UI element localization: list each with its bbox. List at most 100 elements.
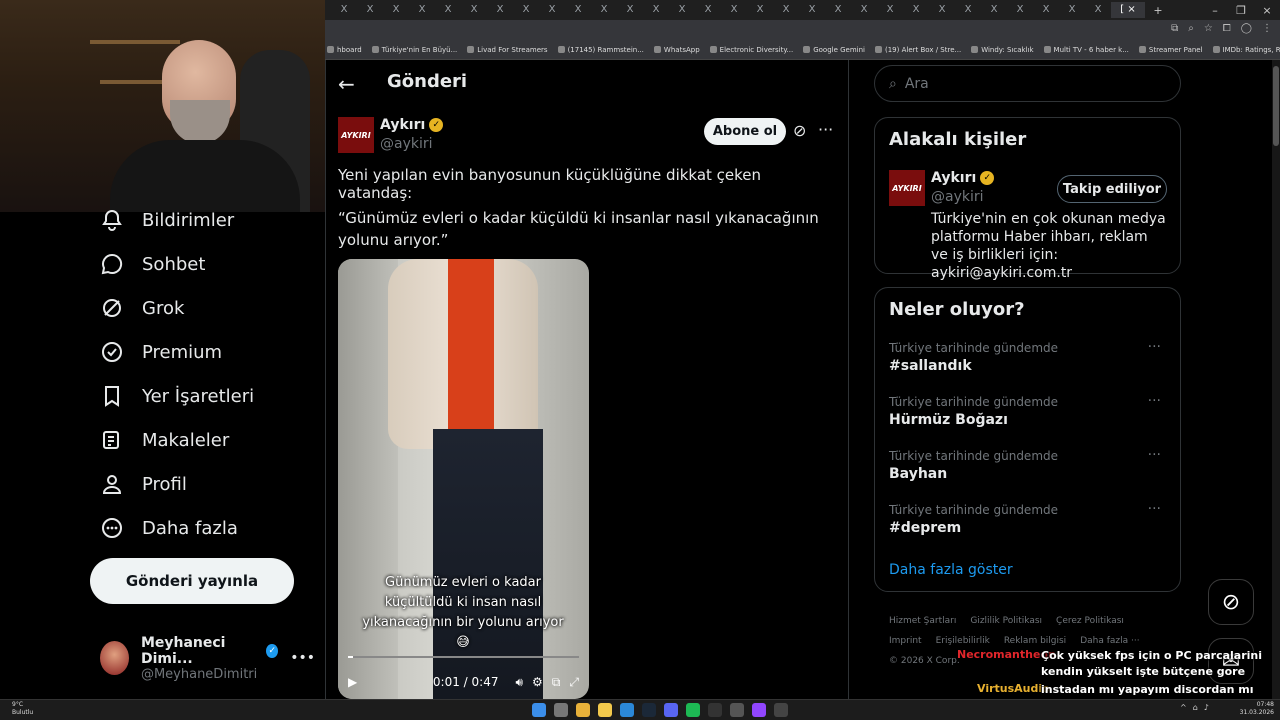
- back-arrow-icon[interactable]: ←: [338, 72, 355, 96]
- bookmark-item[interactable]: (17145) Rammstein...: [557, 46, 644, 54]
- app-icon[interactable]: [620, 703, 634, 717]
- show-more-link[interactable]: Daha fazla göster: [889, 562, 1013, 578]
- browser-tab[interactable]: X: [1033, 2, 1059, 18]
- bookmark-item[interactable]: WhatsApp: [653, 46, 700, 54]
- browser-tab[interactable]: X: [1007, 2, 1033, 18]
- subscribe-button[interactable]: Abone ol: [704, 118, 786, 145]
- settings-gear-icon[interactable]: ⚙: [532, 675, 543, 689]
- explorer-icon[interactable]: [598, 703, 612, 717]
- browser-tab[interactable]: X: [799, 2, 825, 18]
- profile-icon[interactable]: ◯: [1241, 23, 1252, 34]
- footer-link[interactable]: Imprint: [889, 636, 922, 646]
- zoom-icon[interactable]: ⌕: [1188, 23, 1194, 34]
- browser-tab[interactable]: X: [669, 2, 695, 18]
- browser-tab[interactable]: X: [981, 2, 1007, 18]
- epic-icon[interactable]: [708, 703, 722, 717]
- app2-icon[interactable]: [730, 703, 744, 717]
- trend-item[interactable]: Türkiye tarihinde gündemde #sallandık ···: [889, 339, 1169, 374]
- bookmark-item[interactable]: IMDb: Ratings, Revi...: [1212, 46, 1280, 54]
- more-icon[interactable]: •••: [290, 650, 315, 666]
- trend-item[interactable]: Türkiye tarihinde gündemde Bayhan ···: [889, 447, 1169, 482]
- bookmark-item[interactable]: hboard: [327, 46, 362, 54]
- extensions-icon[interactable]: ⧠: [1223, 23, 1231, 34]
- nav-item-premium[interactable]: Premium: [100, 340, 222, 364]
- nav-item-yer-i̇şaretleri[interactable]: Yer İşaretleri: [100, 384, 254, 408]
- browser-tab[interactable]: X: [487, 2, 513, 18]
- grok-icon[interactable]: ⊘: [793, 121, 806, 140]
- nav-item-sohbet[interactable]: Sohbet: [100, 252, 205, 276]
- nav-item-makaleler[interactable]: Makaleler: [100, 428, 229, 452]
- steam-icon[interactable]: [642, 703, 656, 717]
- play-icon[interactable]: ▶: [348, 675, 357, 689]
- related-name[interactable]: Aykırı ✓: [931, 170, 995, 186]
- taskbar-clock[interactable]: 07:48 31.03.2026: [1238, 701, 1274, 717]
- browser-tab[interactable]: X: [331, 2, 357, 18]
- browser-tab[interactable]: X: [747, 2, 773, 18]
- search-input[interactable]: ⌕ Ara: [874, 65, 1181, 102]
- footer-link[interactable]: Gizlilik Politikası: [970, 616, 1042, 626]
- browser-tab[interactable]: X: [851, 2, 877, 18]
- browser-tab[interactable]: X: [721, 2, 747, 18]
- fullscreen-icon[interactable]: ⤢: [569, 675, 579, 690]
- browser-tab[interactable]: X: [929, 2, 955, 18]
- bookmark-item[interactable]: Electronic Diversity...: [709, 46, 793, 54]
- star-icon[interactable]: ☆: [1204, 23, 1213, 34]
- browser-tab[interactable]: X: [643, 2, 669, 18]
- browser-tab[interactable]: X: [1059, 2, 1085, 18]
- bookmark-item[interactable]: Windy: Sıcaklık: [971, 46, 1034, 54]
- volume-icon[interactable]: 🔊︎: [515, 675, 523, 690]
- grok-fab-icon[interactable]: ⊘: [1208, 579, 1254, 625]
- browser-tab[interactable]: X: [955, 2, 981, 18]
- cast-icon[interactable]: ⧉: [1171, 23, 1178, 34]
- browser-tab[interactable]: X: [435, 2, 461, 18]
- author-name[interactable]: Aykırı ✓: [380, 117, 444, 133]
- related-avatar[interactable]: AYKIRI: [889, 170, 925, 206]
- trend-item[interactable]: Türkiye tarihinde gündemde Hürmüz Boğazı ·…: [889, 393, 1169, 428]
- browser-tab[interactable]: X: [383, 2, 409, 18]
- browser-tab[interactable]: X: [461, 2, 487, 18]
- chevron-up-icon[interactable]: ^: [1180, 703, 1187, 712]
- author-handle[interactable]: @aykiri: [380, 136, 433, 152]
- nav-item-profil[interactable]: Profil: [100, 472, 187, 496]
- browser-tab[interactable]: X: [539, 2, 565, 18]
- weather-widget[interactable]: 9°C Bulutlu: [12, 701, 33, 717]
- obs-icon[interactable]: [752, 703, 766, 717]
- search-taskbar-icon[interactable]: [554, 703, 568, 717]
- browser-tab[interactable]: X: [357, 2, 383, 18]
- bookmark-item[interactable]: (19) Alert Box / Stre...: [875, 46, 961, 54]
- browser-tab-active[interactable]: [ ×: [1111, 2, 1145, 18]
- app3-icon[interactable]: [774, 703, 788, 717]
- chrome-icon[interactable]: [576, 703, 590, 717]
- browser-tab[interactable]: X: [877, 2, 903, 18]
- menu-icon[interactable]: ⋮: [1262, 23, 1272, 34]
- browser-tab[interactable]: X: [565, 2, 591, 18]
- trend-more-icon[interactable]: ···: [1148, 339, 1161, 355]
- close-window-button[interactable]: ×: [1254, 4, 1280, 17]
- browser-tab[interactable]: X: [409, 2, 435, 18]
- minimize-button[interactable]: –: [1202, 4, 1228, 17]
- browser-tab[interactable]: X: [513, 2, 539, 18]
- post-button[interactable]: Gönderi yayınla: [90, 558, 294, 604]
- browser-tab[interactable]: X: [825, 2, 851, 18]
- trend-item[interactable]: Türkiye tarihinde gündemde #deprem ···: [889, 501, 1169, 536]
- bookmark-item[interactable]: Livad For Streamers: [467, 46, 548, 54]
- browser-tab[interactable]: X: [773, 2, 799, 18]
- browser-tab[interactable]: X: [1085, 2, 1111, 18]
- footer-link[interactable]: Hizmet Şartları: [889, 616, 956, 626]
- account-switcher[interactable]: Meyhaneci Dimi... ✓ @MeyhaneDimitri •••: [100, 635, 315, 682]
- bookmark-item[interactable]: Türkiye'nin En Büyü...: [371, 46, 457, 54]
- nav-item-daha-fazla[interactable]: Daha fazla: [100, 516, 238, 540]
- new-tab-button[interactable]: +: [1145, 4, 1171, 17]
- post-video[interactable]: Günümüz evleri o kadar küçültüldü ki ins…: [338, 259, 589, 699]
- speaker-icon[interactable]: ♪: [1204, 703, 1209, 712]
- system-tray[interactable]: ^ ⌂ ♪: [1180, 703, 1209, 712]
- bookmark-item[interactable]: Multi TV - 6 haber k...: [1043, 46, 1129, 54]
- footer-link[interactable]: Çerez Politikası: [1056, 616, 1124, 626]
- video-progress-bar[interactable]: [348, 656, 579, 658]
- restore-button[interactable]: ❐: [1228, 4, 1254, 17]
- related-handle[interactable]: @aykiri: [931, 189, 984, 205]
- footer-link[interactable]: Reklam bilgisi: [1004, 636, 1066, 646]
- browser-tab[interactable]: X: [617, 2, 643, 18]
- scrollbar[interactable]: [1272, 60, 1280, 700]
- picture-in-picture-icon[interactable]: ⧉: [552, 675, 561, 690]
